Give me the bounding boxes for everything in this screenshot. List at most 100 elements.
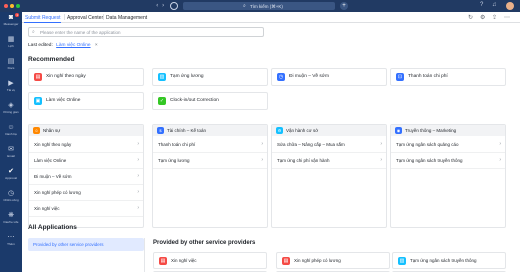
approval-icon: ✔: [8, 168, 14, 175]
refresh-icon[interactable]: ↻: [468, 14, 473, 21]
content-area: ⌕ Last edited: Làm việc Online × Recomme…: [22, 23, 520, 272]
user-avatar[interactable]: [506, 2, 514, 10]
recommended-card[interactable]: ◷ Đi muộn – Về sớm: [271, 68, 387, 86]
sidebar-item-email[interactable]: ✉ Email: [0, 146, 22, 158]
main-panel: Submit Request Approval Center Data Mana…: [22, 12, 520, 272]
chevron-right-icon: ›: [261, 141, 263, 147]
share-icon[interactable]: ⇪: [492, 14, 497, 21]
back-arrow-icon[interactable]: ‹: [156, 2, 158, 9]
row-label: Xin nghỉ theo ngày: [34, 142, 72, 147]
close-icon[interactable]: ×: [95, 43, 98, 48]
category-row[interactable]: Xin nghỉ phép có lương ›: [29, 185, 143, 201]
sidebar-item-docs[interactable]: ▤ Docs: [0, 58, 22, 70]
last-edited-prefix: Last edited:: [28, 43, 53, 48]
category-row[interactable]: Làm việc Online ›: [29, 153, 143, 169]
category-column: $ Tài chính – Kế toán Thanh toán chi phí › T…: [152, 124, 268, 228]
recommended-card[interactable]: ▣ Làm việc Online: [28, 92, 144, 110]
card-label: Xin nghỉ việc: [171, 258, 197, 263]
category-provided-by-others[interactable]: Provided by other service providers: [28, 238, 144, 251]
recommended-card[interactable]: ⊡ Thanh toán chi phí: [390, 68, 506, 86]
more-options-icon[interactable]: ⋯: [504, 14, 510, 21]
history-clock-icon[interactable]: [170, 2, 178, 10]
category-icon: ◉: [395, 127, 402, 134]
chevron-right-icon: ›: [137, 173, 139, 179]
category-row[interactable]: Đi muộn – Về sớm ›: [29, 169, 143, 185]
card-label: Tạm ứng lương: [170, 74, 204, 79]
global-search-bar[interactable]: ⌕ Tìm kiếm (⌘+K): [183, 2, 335, 10]
sidebar-item-label: Danh bạ: [5, 132, 17, 136]
bell-icon[interactable]: ♫: [492, 2, 497, 8]
category-icon: ☺: [33, 127, 40, 134]
sidebar-item-workspace[interactable]: ◈ Không gian: [0, 102, 22, 114]
sidebar-item-attendance[interactable]: ◷ Chấm công: [0, 190, 22, 202]
application-card[interactable]: ▤ Xin nghỉ phép có lương: [276, 252, 390, 269]
app-icon: ▤: [159, 257, 167, 265]
category-row[interactable]: Tạm ứng lương ›: [153, 153, 267, 169]
chevron-right-icon: ›: [137, 189, 139, 195]
category-icon: $: [157, 127, 164, 134]
row-label: Làm việc Online: [34, 158, 67, 163]
category-row[interactable]: Tạm ứng ngân sách truyền thông ›: [391, 153, 505, 169]
help-icon[interactable]: ?: [480, 2, 483, 8]
tab-divider: [103, 14, 104, 20]
card-label: Làm việc Online: [46, 98, 81, 103]
sidebar-item-label: Messenger: [3, 22, 19, 26]
recommended-card[interactable]: ✓ Clock-in/out Correction: [152, 92, 268, 110]
sidebar-item-video[interactable]: ▶ Tài vụ: [0, 80, 22, 92]
application-search-field[interactable]: ⌕: [28, 27, 264, 37]
minimize-window-button[interactable]: [10, 4, 14, 8]
category-header: ⚙ Vận hành cơ sở: [272, 125, 386, 136]
category-row[interactable]: Xin nghỉ việc ›: [29, 201, 143, 217]
sidebar-item-messenger[interactable]: ◙ Messenger 1: [0, 13, 22, 26]
tab-approval-center[interactable]: Approval Center: [67, 15, 103, 21]
card-label: Xin nghỉ phép có lương: [294, 258, 341, 263]
tab-submit-request[interactable]: Submit Request: [25, 15, 61, 21]
category-title: Nhân sự: [43, 128, 61, 133]
docs-icon: ▤: [7, 58, 15, 65]
recommended-card[interactable]: ▥ Tạm ứng lương: [152, 68, 268, 86]
workspace-icon: ◈: [8, 102, 14, 109]
forward-arrow-icon[interactable]: ›: [162, 2, 164, 9]
last-edited-link[interactable]: Làm việc Online: [56, 43, 90, 48]
gear-icon[interactable]: ⚙: [480, 14, 485, 21]
search-icon: ⌕: [32, 29, 35, 35]
card-label: Xin nghỉ theo ngày: [46, 74, 86, 79]
chevron-right-icon: ›: [137, 205, 139, 211]
sidebar-item-contacts[interactable]: ☺ Danh bạ: [0, 124, 22, 136]
category-icon: ⚙: [276, 127, 283, 134]
row-label: Xin nghỉ phép có lương: [34, 190, 81, 195]
tab-data-management[interactable]: Data Management: [106, 15, 147, 21]
close-window-button[interactable]: [4, 4, 8, 8]
category-column: ⚙ Vận hành cơ sở Sửa chữa – Nâng cấp – Mua…: [271, 124, 387, 228]
row-label: Đi muộn – Về sớm: [34, 174, 72, 179]
sidebar-item-life[interactable]: ❋ Dash'e Life: [0, 212, 22, 224]
sidebar-item-label: Docs: [7, 66, 15, 70]
chevron-right-icon: ›: [137, 141, 139, 147]
recommended-card[interactable]: ▤ Xin nghỉ theo ngày: [28, 68, 144, 86]
sidebar-item-calendar[interactable]: ▦ Lịch: [0, 36, 22, 48]
chevron-right-icon: ›: [380, 141, 382, 147]
search-icon: ⌕: [243, 3, 246, 9]
category-row[interactable]: Thanh toán chi phí ›: [153, 137, 267, 153]
category-title: Truyền thông – Marketing: [405, 128, 457, 133]
sidebar-item-label: Tài vụ: [6, 88, 16, 92]
sidebar-item-more[interactable]: ⋯ Thêm: [0, 234, 22, 246]
application-card[interactable]: ▥ Tạm ứng ngân sách truyền thông: [392, 252, 506, 269]
maximize-window-button[interactable]: [16, 4, 20, 8]
card-label: Thanh toán chi phí: [408, 74, 448, 79]
row-label: Tạm ứng ngân sách quảng cáo: [396, 142, 459, 147]
category-row[interactable]: Tạm ứng chi phí vận hành ›: [272, 153, 386, 169]
application-card[interactable]: ▤ Xin nghỉ việc: [153, 252, 267, 269]
category-column: ☺ Nhân sự Xin nghỉ theo ngày › Làm việc Onli…: [28, 124, 144, 228]
category-row[interactable]: Sửa chữa – Nâng cấp – Mua sắm ›: [272, 137, 386, 153]
row-label: Tạm ứng lương: [158, 158, 190, 163]
add-icon[interactable]: +: [340, 2, 348, 10]
category-row[interactable]: Xin nghỉ theo ngày ›: [29, 137, 143, 153]
category-column: ◉ Truyền thông – Marketing Tạm ứng ngân sá…: [390, 124, 506, 228]
category-row[interactable]: Tạm ứng ngân sách quảng cáo ›: [391, 137, 505, 153]
application-search-input[interactable]: [40, 29, 260, 36]
chevron-right-icon: ›: [380, 157, 382, 163]
sidebar-item-approval[interactable]: ✔ Approval: [0, 168, 22, 180]
app-icon: ▣: [34, 97, 42, 105]
app-icon: ◷: [277, 73, 285, 81]
